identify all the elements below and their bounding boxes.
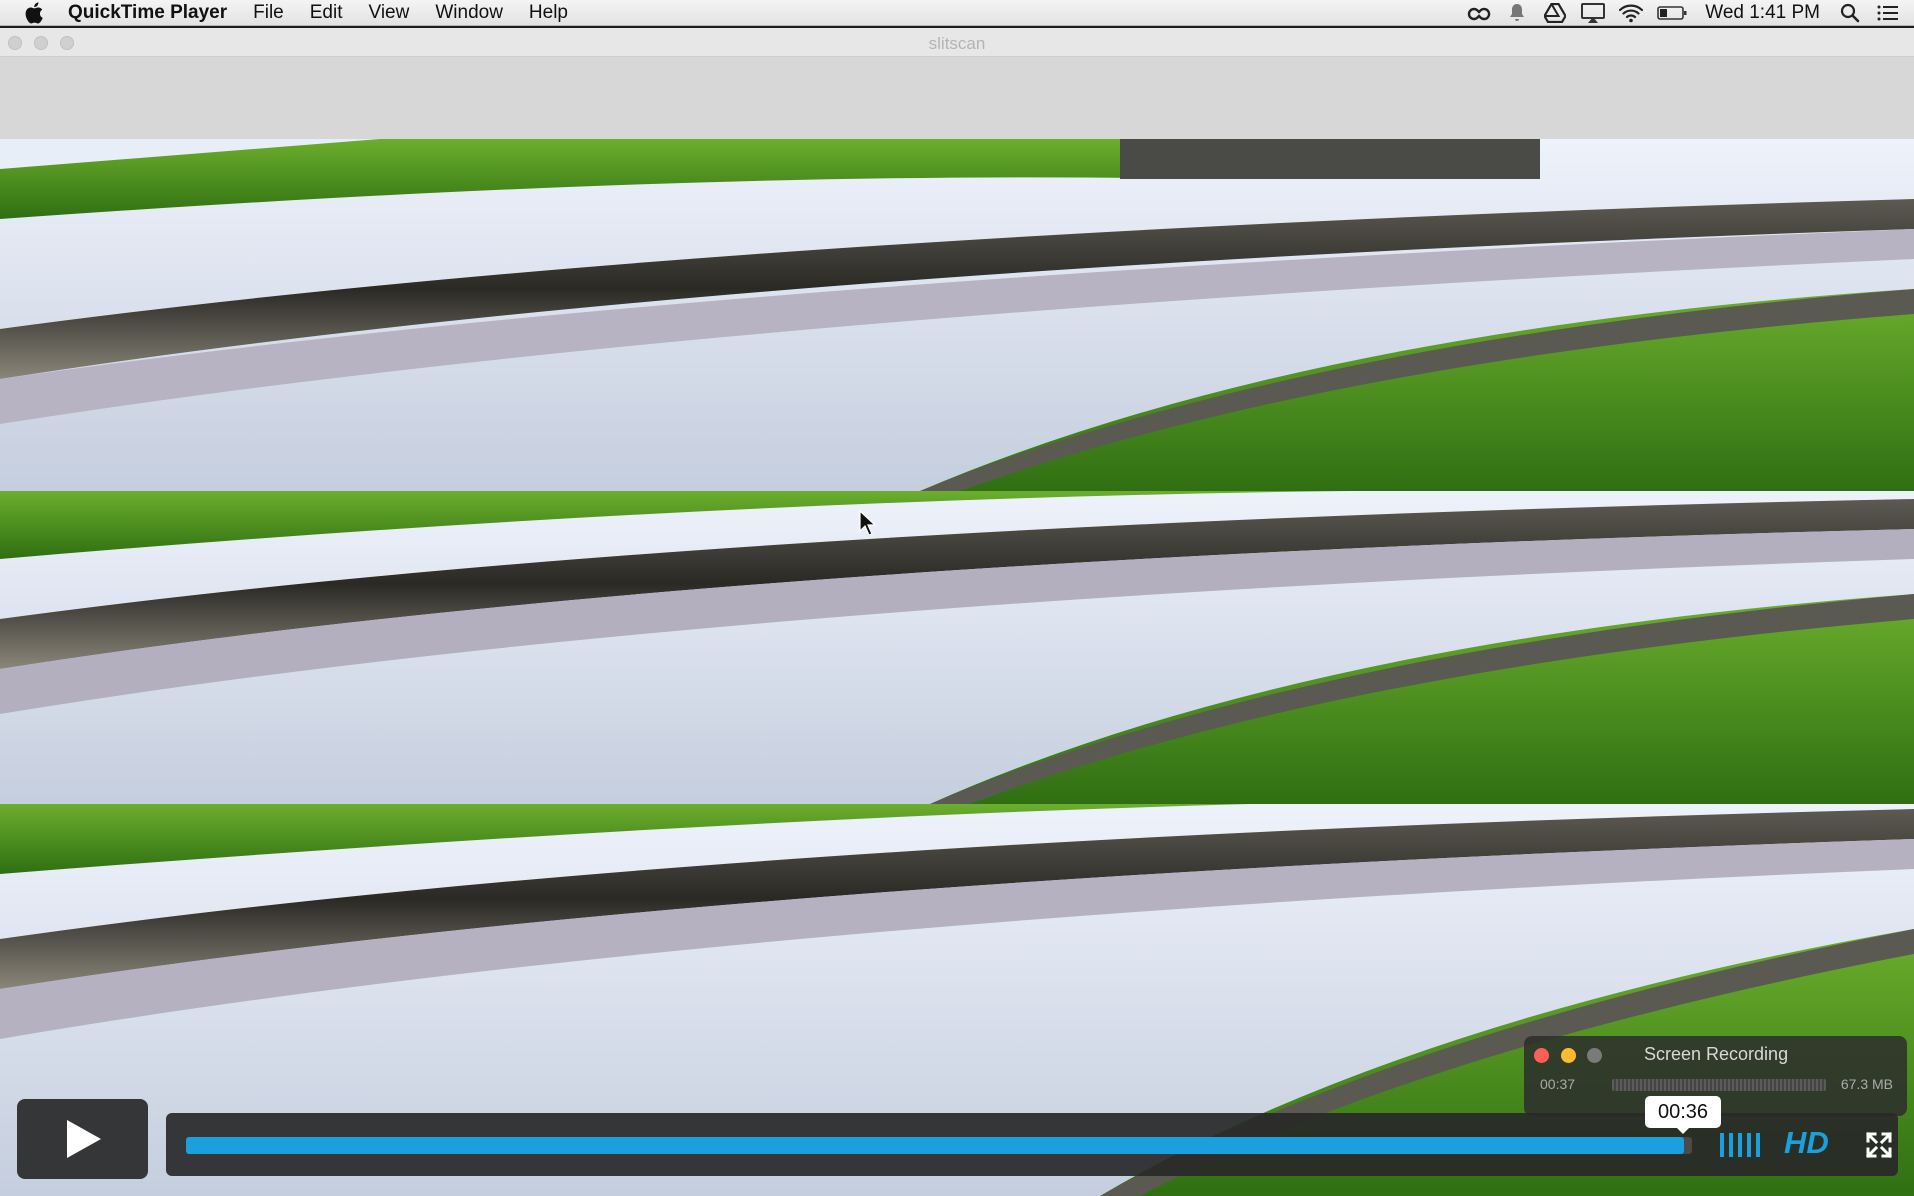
- apple-menu-icon[interactable]: [24, 1, 48, 24]
- fullscreen-icon[interactable]: [1866, 1130, 1892, 1160]
- menu-help[interactable]: Help: [529, 2, 568, 24]
- recording-close-icon[interactable]: [1534, 1048, 1549, 1063]
- playback-control-bar: HD: [166, 1113, 1898, 1176]
- recording-title: Screen Recording: [1644, 1044, 1789, 1064]
- recording-file-size: 67.3 MB: [1840, 1076, 1893, 1092]
- wifi-icon[interactable]: [1619, 1, 1644, 25]
- playhead-time-tooltip: 00:36: [1645, 1096, 1721, 1134]
- recording-elapsed: 00:37: [1540, 1076, 1576, 1092]
- notification-bell-icon[interactable]: [1505, 1, 1529, 25]
- menu-bar: QuickTime Player File Edit View Window H…: [0, 0, 1914, 26]
- window-titlebar[interactable]: slitscan: [0, 28, 1914, 57]
- menu-extras: Wed 1:41 PM: [1467, 0, 1900, 26]
- window-chrome-area: [0, 57, 1914, 140]
- google-drive-icon[interactable]: [1543, 1, 1567, 25]
- menu-window[interactable]: Window: [435, 2, 503, 24]
- recording-level-meter: [1612, 1079, 1826, 1091]
- menu-app-name[interactable]: QuickTime Player: [68, 2, 227, 24]
- video-band-2: [0, 491, 1914, 804]
- spotlight-search-icon[interactable]: [1838, 1, 1862, 25]
- creative-cloud-icon[interactable]: [1467, 1, 1491, 25]
- battery-icon[interactable]: [1657, 1, 1687, 25]
- menu-view[interactable]: View: [369, 2, 410, 24]
- video-band-1: [0, 139, 1914, 491]
- window-title: slitscan: [928, 34, 986, 53]
- notification-center-icon[interactable]: [1876, 1, 1900, 25]
- menu-edit[interactable]: Edit: [310, 2, 343, 24]
- menu-file[interactable]: File: [253, 2, 284, 24]
- airplay-icon[interactable]: [1581, 1, 1606, 25]
- recording-minimize-icon[interactable]: [1561, 1048, 1576, 1063]
- scrubber-track[interactable]: [186, 1137, 1692, 1154]
- chapters-icon[interactable]: [1718, 1130, 1766, 1160]
- hd-toggle-button[interactable]: HD: [1784, 1125, 1829, 1161]
- play-button[interactable]: [17, 1099, 148, 1179]
- scrubber-progress: [186, 1137, 1685, 1154]
- menu-clock[interactable]: Wed 1:41 PM: [1705, 2, 1820, 24]
- recording-zoom-icon[interactable]: [1587, 1048, 1602, 1063]
- play-icon: [66, 1120, 101, 1158]
